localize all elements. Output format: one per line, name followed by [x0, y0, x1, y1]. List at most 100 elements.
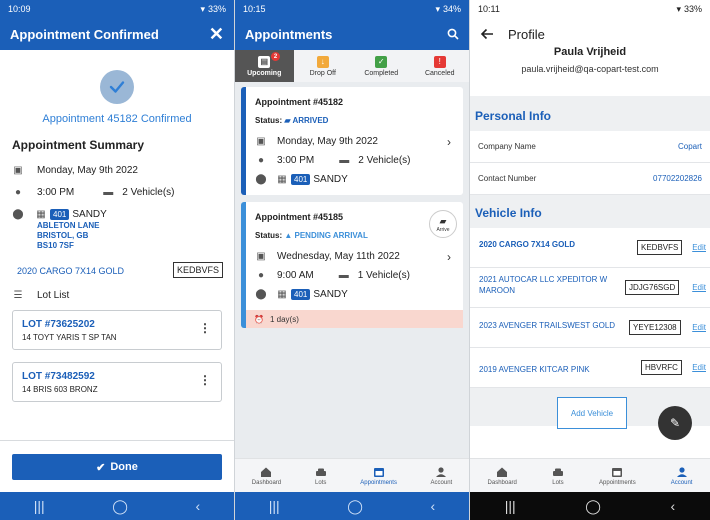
- status-bar: 10:11 ▾ 33%: [470, 0, 710, 18]
- nav-lots[interactable]: Lots: [552, 466, 564, 486]
- nav-label: Account: [670, 479, 693, 486]
- summary-title: Appointment Summary: [12, 138, 145, 152]
- edit-pencil-icon[interactable]: ✎: [658, 406, 692, 440]
- home-icon[interactable]: ◯: [112, 498, 128, 515]
- back-icon[interactable]: ‹: [196, 498, 201, 514]
- back-icon[interactable]: ‹: [431, 498, 436, 514]
- lot-card[interactable]: LOT #73625202 14 TOYT YARIS T SP TAN ⋮: [12, 310, 222, 350]
- appointment-title: Appointment #45185: [255, 212, 344, 222]
- nav-lots[interactable]: Lots: [315, 466, 327, 486]
- canceled-alert-icon: !: [433, 55, 446, 68]
- personal-info-title: Personal Info: [475, 109, 552, 123]
- nav-label: Appointments: [599, 479, 636, 486]
- app-bar: Appointments: [235, 18, 469, 50]
- wifi-icon: ▾: [435, 3, 440, 14]
- more-options-icon[interactable]: ⋮: [199, 373, 211, 387]
- screens-container: 10:09 ▾ 33% Appointment Confirmed ✕ Appoi…: [0, 0, 710, 520]
- nav-dashboard[interactable]: Dashboard: [252, 466, 281, 486]
- vehicle-info-title: Vehicle Info: [475, 206, 542, 220]
- vehicle-plate: KEDBVFS: [173, 262, 224, 278]
- app-bar: Appointment Confirmed ✕: [0, 18, 234, 50]
- appointment-status: Status: ▰ ARRIVED: [255, 116, 328, 125]
- location-pin-icon: ⬤: [255, 173, 267, 185]
- appointment-confirmed-screen: 10:09 ▾ 33% Appointment Confirmed ✕ Appoi…: [0, 0, 234, 520]
- nav-account[interactable]: Account: [431, 466, 452, 486]
- time-text: 9:00 AM: [277, 269, 314, 281]
- date-text: Wednesday, May 11th 2022: [277, 250, 400, 262]
- recent-apps-icon[interactable]: |||: [505, 498, 516, 514]
- system-nav-bar: ||| ◯ ‹: [235, 492, 469, 520]
- company-label: Company Name: [478, 142, 536, 151]
- battery-level: 34%: [442, 4, 461, 14]
- tab-upcoming[interactable]: ▤ 2 Upcoming: [235, 50, 294, 82]
- clock-icon: ●: [257, 269, 265, 281]
- status-value: PENDING ARRIVAL: [294, 231, 368, 240]
- nav-dashboard[interactable]: Dashboard: [488, 466, 517, 486]
- vehicle-name: 2020 CARGO 7X14 GOLD: [17, 266, 125, 276]
- address-block: ABLETON LANE BRISTOL, GB BS10 7SF: [37, 221, 100, 251]
- home-icon[interactable]: ◯: [585, 498, 601, 515]
- nav-appointments[interactable]: Appointments: [599, 466, 636, 486]
- tab-completed[interactable]: ✓ Completed: [352, 50, 411, 82]
- recent-apps-icon[interactable]: |||: [269, 498, 280, 514]
- location-row: ⬤ ▦ 401 SANDY: [255, 173, 348, 185]
- drop-off-icon: ↓: [316, 55, 329, 68]
- lot-card[interactable]: LOT #73482592 14 BRIS 603 BRONZ ⋮: [12, 362, 222, 402]
- appointment-card[interactable]: Appointment #45185 Status: ▲ PENDING ARR…: [241, 202, 463, 328]
- count-badge: 2: [271, 52, 280, 61]
- status-value: ARRIVED: [292, 116, 329, 125]
- add-vehicle-button[interactable]: Add Vehicle: [557, 397, 627, 429]
- clock-icon: ●: [257, 154, 265, 166]
- location-row: ⬤ ▦ 401 SANDY: [12, 208, 107, 220]
- bottom-navigation: Dashboard Lots Appointments Account: [235, 458, 469, 492]
- location-badge: 401: [291, 173, 311, 185]
- close-icon[interactable]: ✕: [209, 24, 224, 45]
- nav-appointments[interactable]: Appointments: [360, 466, 397, 486]
- nav-label: Dashboard: [251, 479, 282, 486]
- company-value: Copart: [677, 142, 702, 151]
- calendar-icon: [611, 466, 623, 478]
- date-text: Monday, May 9th 2022: [277, 135, 378, 147]
- system-nav-bar: ||| ◯ ‹: [470, 492, 710, 520]
- edit-vehicle-link[interactable]: Edit: [692, 283, 706, 292]
- back-icon[interactable]: ‹: [671, 498, 676, 514]
- tab-label: Upcoming: [247, 69, 282, 77]
- chevron-right-icon[interactable]: ›: [447, 135, 451, 149]
- done-button[interactable]: ✔ Done: [12, 454, 222, 480]
- tab-label: Completed: [364, 69, 399, 77]
- vehicle-row: 2023 AVENGER TRAILSWEST GOLD YEYE12308 E…: [470, 308, 710, 348]
- clock-icon: ●: [14, 186, 22, 198]
- building-icon: ▦: [277, 288, 287, 300]
- search-icon[interactable]: [447, 28, 459, 40]
- more-options-icon[interactable]: ⋮: [199, 321, 211, 335]
- screen-title: Appointments: [245, 26, 333, 42]
- home-icon[interactable]: ◯: [347, 498, 363, 515]
- contact-label: Contact Number: [478, 174, 537, 183]
- profile-screen: 10:11 ▾ 33% Profile Paula Vrijheid paula.…: [470, 0, 710, 520]
- status-time: 10:11: [478, 4, 500, 14]
- check-icon: ✔: [96, 461, 106, 474]
- appointment-status: Status: ▲ PENDING ARRIVAL: [255, 231, 368, 240]
- edit-vehicle-link[interactable]: Edit: [692, 363, 706, 372]
- recent-apps-icon[interactable]: |||: [34, 498, 45, 514]
- tab-drop-off[interactable]: ↓ Drop Off: [294, 50, 353, 82]
- chevron-right-icon[interactable]: ›: [447, 250, 451, 264]
- status-label: Status:: [255, 231, 283, 240]
- nav-account[interactable]: Account: [670, 466, 693, 486]
- vehicles-text: 1 Vehicle(s): [357, 269, 410, 281]
- appointment-card[interactable]: Appointment #45182 Status: ▰ ARRIVED ▣ M…: [241, 87, 463, 195]
- vehicle-row: 2021 AUTOCAR LLC XPEDITOR W MAROON JDJG7…: [470, 268, 710, 308]
- back-arrow-icon[interactable]: [480, 28, 494, 40]
- time-row: ● 3:00 PM ▬ 2 Vehicle(s): [255, 154, 411, 166]
- arrive-button[interactable]: ▰ Arrive: [429, 210, 457, 238]
- tab-canceled[interactable]: ! Canceled: [411, 50, 470, 82]
- calendar-icon: ▣: [13, 164, 23, 176]
- system-nav-bar: ||| ◯ ‹: [0, 492, 234, 520]
- time-text: 3:00 PM: [277, 154, 315, 166]
- edit-vehicle-link[interactable]: Edit: [692, 243, 706, 252]
- user-icon: [676, 466, 688, 478]
- warning-icon: ▲: [284, 231, 295, 240]
- date-row: ▣ Wednesday, May 11th 2022: [255, 250, 400, 262]
- edit-vehicle-link[interactable]: Edit: [692, 323, 706, 332]
- vehicle-plate: JDJG76SGD: [625, 280, 680, 295]
